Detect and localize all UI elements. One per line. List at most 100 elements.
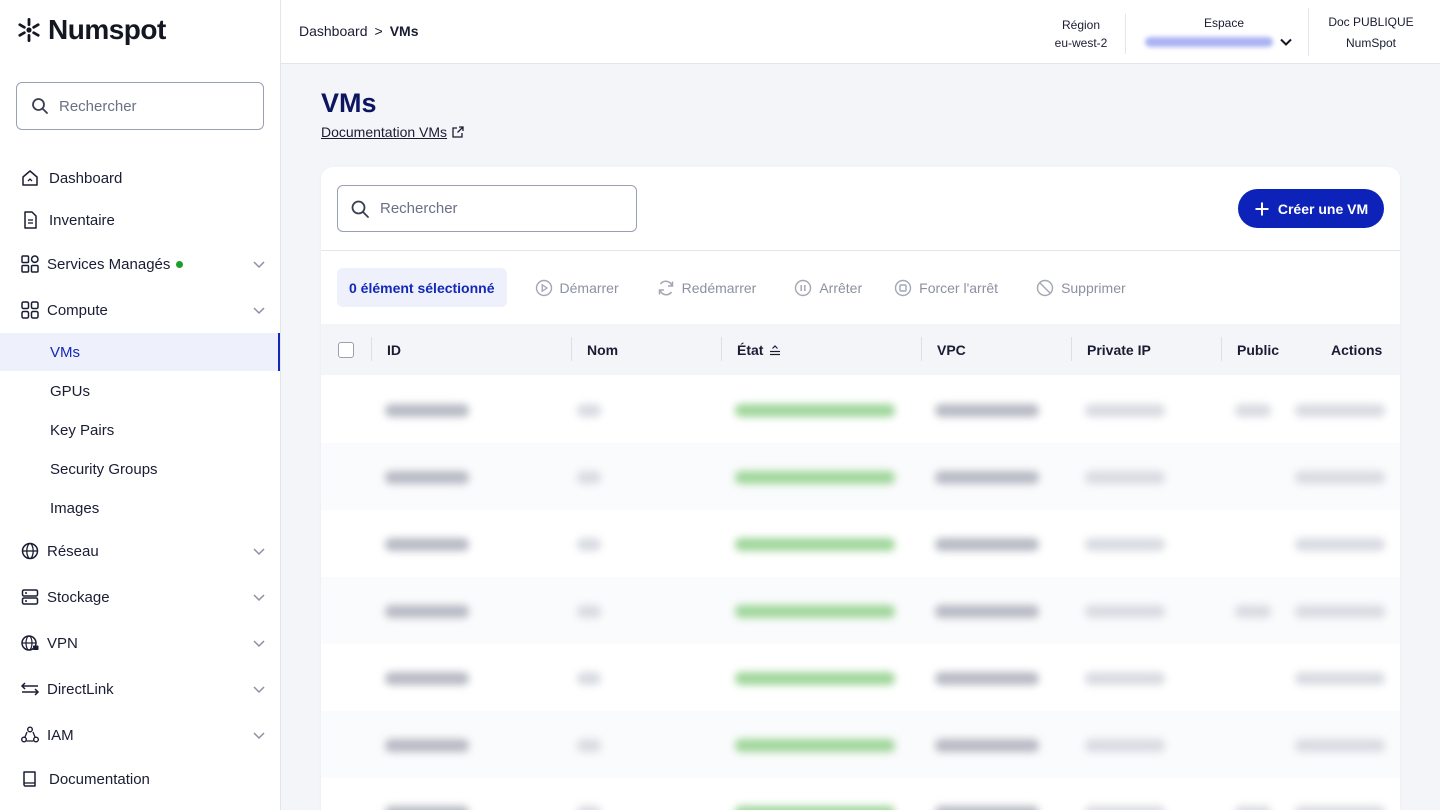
space-selector[interactable]: Espace <box>1139 14 1299 49</box>
organization-display[interactable]: Doc PUBLIQUE NumSpot <box>1321 12 1421 54</box>
table-row[interactable] <box>321 711 1400 778</box>
sidebar-item-stockage[interactable]: Stockage <box>0 578 280 616</box>
redacted-cell <box>935 605 1039 618</box>
redacted-cell <box>935 739 1039 752</box>
table-row[interactable] <box>321 443 1400 510</box>
grid-icon <box>20 300 40 320</box>
chevron-down-icon <box>253 548 265 556</box>
checkbox[interactable] <box>338 341 354 358</box>
redacted-cell <box>1085 471 1165 484</box>
stop-button[interactable]: Arrêter <box>794 279 862 297</box>
table-search-input[interactable] <box>380 200 560 217</box>
sidebar-item-documentation[interactable]: Documentation <box>0 760 280 798</box>
column-header-id[interactable]: ID <box>387 324 401 375</box>
sidebar-subitem-images[interactable]: Images <box>0 489 280 527</box>
stop-icon <box>894 279 912 296</box>
sidebar-item-inventaire[interactable]: Inventaire <box>0 201 280 239</box>
divider <box>1125 14 1126 54</box>
column-header-nom[interactable]: Nom <box>587 324 618 375</box>
sidebar-item-dashboard[interactable]: Dashboard <box>0 159 280 197</box>
column-header-public[interactable]: Public <box>1237 324 1279 375</box>
create-vm-label: Créer une VM <box>1277 200 1369 217</box>
column-header-etat[interactable]: État <box>737 324 781 375</box>
redacted-cell <box>385 605 469 618</box>
select-all-checkbox[interactable] <box>338 324 354 375</box>
sidebar-subitem-security-groups[interactable]: Security Groups <box>0 450 280 488</box>
status-dot <box>176 260 184 268</box>
column-header-vpc[interactable]: VPC <box>937 324 966 375</box>
start-button[interactable]: Démarrer <box>535 279 619 297</box>
redacted-cell <box>1295 739 1385 752</box>
redacted-cell <box>1085 672 1165 685</box>
table-row[interactable] <box>321 577 1400 644</box>
sidebar-subitem-vms[interactable]: VMs <box>0 333 280 371</box>
sidebar-item-vpn[interactable]: VPN <box>0 624 280 662</box>
book-icon <box>20 769 40 789</box>
column-header-private-ip[interactable]: Private IP <box>1087 324 1151 375</box>
sidebar-item-services-manages[interactable]: Services Managés <box>0 245 280 283</box>
force-stop-button[interactable]: Forcer l'arrêt <box>894 279 998 297</box>
region-display: Région eu-west-2 <box>1046 14 1116 52</box>
restart-label: Redémarrer <box>681 279 757 296</box>
breadcrumb-dashboard-link[interactable]: Dashboard <box>299 23 368 39</box>
redacted-cell <box>1295 806 1385 810</box>
table-row[interactable] <box>321 644 1400 711</box>
sidebar-item-label: Dashboard <box>49 169 123 187</box>
redacted-cell <box>735 739 895 752</box>
space-label: Espace <box>1203 16 1245 30</box>
column-separator <box>1071 337 1072 361</box>
numspot-logo[interactable]: Numspot <box>16 14 166 46</box>
search-icon <box>32 98 48 114</box>
table-row[interactable] <box>321 510 1400 577</box>
redacted-cell <box>1295 404 1385 417</box>
column-header-etat-label: État <box>737 341 764 358</box>
redacted-cell <box>385 538 469 551</box>
pause-icon <box>795 279 812 296</box>
sort-icon <box>770 344 781 355</box>
delete-label: Supprimer <box>1061 279 1126 296</box>
redacted-cell <box>735 672 895 685</box>
redacted-cell <box>385 404 469 417</box>
sidebar-item-label: Inventaire <box>49 211 115 229</box>
users-icon <box>20 725 40 745</box>
chevron-down-icon <box>253 307 265 315</box>
sidebar-item-reseau[interactable]: Réseau <box>0 532 280 570</box>
numspot-logo-icon <box>18 18 40 42</box>
sidebar-item-iam[interactable]: IAM <box>0 716 280 754</box>
column-separator <box>921 337 922 361</box>
sidebar-item-label: DirectLink <box>47 680 114 698</box>
sidebar-item-label: Compute <box>47 301 108 319</box>
restart-button[interactable]: Redémarrer <box>657 279 757 297</box>
table-row[interactable] <box>321 778 1400 810</box>
chevron-down-icon <box>1280 38 1292 46</box>
chevron-down-icon <box>253 640 265 648</box>
redacted-cell <box>935 404 1039 417</box>
documentation-link[interactable]: Documentation VMs <box>321 124 465 140</box>
create-vm-button[interactable]: Créer une VM <box>1238 189 1384 228</box>
table-row[interactable] <box>321 376 1400 443</box>
column-separator <box>371 337 372 361</box>
redacted-cell <box>935 538 1039 551</box>
search-icon <box>351 200 369 218</box>
sidebar-subitem-key-pairs[interactable]: Key Pairs <box>0 411 280 449</box>
sidebar-subitem-gpus[interactable]: GPUs <box>0 372 280 410</box>
forbidden-icon <box>1036 279 1054 296</box>
delete-button[interactable]: Supprimer <box>1036 279 1126 297</box>
breadcrumb-separator: > <box>374 23 383 39</box>
redacted-cell <box>1295 538 1385 551</box>
table-search-box[interactable] <box>337 185 637 232</box>
document-icon <box>20 210 40 230</box>
redacted-cell <box>735 605 895 618</box>
sidebar-search-box[interactable] <box>16 82 264 130</box>
sidebar-search-input[interactable] <box>59 97 239 115</box>
redacted-cell <box>1295 605 1385 618</box>
redacted-cell <box>1085 605 1165 618</box>
redacted-cell <box>577 538 601 551</box>
redacted-cell <box>385 471 469 484</box>
redacted-cell <box>385 739 469 752</box>
column-header-actions: Actions <box>1331 341 1383 358</box>
sidebar-item-compute[interactable]: Compute <box>0 291 280 329</box>
redacted-cell <box>1085 739 1165 752</box>
plus-icon <box>1255 202 1269 215</box>
sidebar-item-directlink[interactable]: DirectLink <box>0 670 280 708</box>
